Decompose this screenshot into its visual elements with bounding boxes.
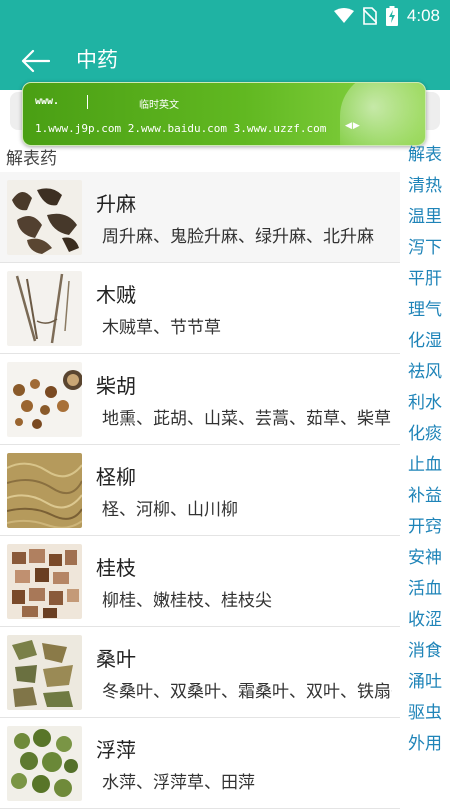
ime-page-arrows[interactable]: ◀▶ <box>345 121 361 131</box>
herb-name: 木贼 <box>96 283 136 307</box>
herb-image <box>7 271 82 346</box>
index-item[interactable]: 解表 <box>400 140 450 171</box>
herb-name: 柴胡 <box>96 374 136 398</box>
category-index-bar: 解表 清热 温里 泻下 平肝 理气 化湿 祛风 利水 化痰 止血 补益 开窍 安神 活血 收涩 消食 涌吐 驱虫 外用 <box>400 140 450 760</box>
herb-name: 浮萍 <box>96 738 136 762</box>
index-item[interactable]: 温里 <box>400 202 450 233</box>
list-item[interactable]: 柽柳 柽、河柳、山川柳 <box>0 445 400 536</box>
index-item[interactable]: 补益 <box>400 481 450 512</box>
index-item[interactable]: 理气 <box>400 295 450 326</box>
ime-composing-text: www. <box>35 96 60 107</box>
herb-alias: 木贼草、节节草 <box>102 318 221 338</box>
ime-caret <box>87 95 88 109</box>
battery-charging-icon <box>385 6 398 26</box>
herb-name: 桂枝 <box>96 556 136 580</box>
herb-image <box>7 544 82 619</box>
index-item[interactable]: 清热 <box>400 171 450 202</box>
index-item[interactable]: 化湿 <box>400 326 450 357</box>
herb-alias: 柽、河柳、山川柳 <box>102 500 238 520</box>
list-item[interactable]: 木贼 木贼草、节节草 <box>0 263 400 354</box>
index-item[interactable]: 泻下 <box>400 233 450 264</box>
herb-image <box>7 362 82 437</box>
herb-image <box>7 180 82 255</box>
index-item[interactable]: 平肝 <box>400 264 450 295</box>
ime-mode-label: 临时英文 <box>139 100 179 111</box>
back-button[interactable] <box>18 45 52 77</box>
herb-alias: 柳桂、嫩桂枝、桂枝尖 <box>102 591 272 611</box>
herb-alias: 冬桑叶、双桑叶、霜桑叶、双叶、铁扇子 <box>102 682 392 702</box>
index-item[interactable]: 涌吐 <box>400 667 450 698</box>
index-item[interactable]: 开窍 <box>400 512 450 543</box>
arrow-left-icon <box>21 49 50 73</box>
no-sim-icon <box>362 7 377 25</box>
index-item[interactable]: 活血 <box>400 574 450 605</box>
herb-name: 桑叶 <box>96 647 136 671</box>
ime-candidate-popup[interactable]: www. 临时英文 1.www.j9p.com 2.www.baidu.com … <box>22 82 426 146</box>
index-item[interactable]: 外用 <box>400 729 450 760</box>
list-item[interactable]: 桂枝 柳桂、嫩桂枝、桂枝尖 <box>0 536 400 627</box>
list-item[interactable]: 升麻 周升麻、鬼脸升麻、绿升麻、北升麻 <box>0 172 400 263</box>
index-item[interactable]: 止血 <box>400 450 450 481</box>
index-item[interactable]: 驱虫 <box>400 698 450 729</box>
index-item[interactable]: 安神 <box>400 543 450 574</box>
herb-alias: 地熏、茈胡、山菜、芸蒿、茹草、柴草 <box>102 409 391 429</box>
list-item[interactable]: 柴胡 地熏、茈胡、山菜、芸蒿、茹草、柴草 <box>0 354 400 445</box>
index-item[interactable]: 祛风 <box>400 357 450 388</box>
herb-image <box>7 726 82 801</box>
herb-image <box>7 635 82 710</box>
herb-name: 柽柳 <box>96 465 136 489</box>
list-item[interactable]: 浮萍 水萍、浮萍草、田萍 <box>0 718 400 809</box>
herb-list: 升麻 周升麻、鬼脸升麻、绿升麻、北升麻 木贼 木贼草、节节草 柴胡 地熏、茈胡、… <box>0 172 400 809</box>
herb-name: 升麻 <box>96 192 136 216</box>
index-item[interactable]: 收涩 <box>400 605 450 636</box>
index-item[interactable]: 化痰 <box>400 419 450 450</box>
index-item[interactable]: 消食 <box>400 636 450 667</box>
page-title: 中药 <box>76 48 118 72</box>
leaf-decoration <box>340 83 425 145</box>
status-bar: 4:08 <box>0 0 450 32</box>
list-item[interactable]: 桑叶 冬桑叶、双桑叶、霜桑叶、双叶、铁扇子 <box>0 627 400 718</box>
section-header: 解表药 <box>6 149 57 169</box>
herb-image <box>7 453 82 528</box>
wifi-icon <box>333 8 354 23</box>
ime-candidate-list[interactable]: 1.www.j9p.com 2.www.baidu.com 3.www.uzzf… <box>35 122 326 135</box>
index-item[interactable]: 利水 <box>400 388 450 419</box>
herb-alias: 水萍、浮萍草、田萍 <box>102 773 255 793</box>
status-time: 4:08 <box>406 6 440 25</box>
herb-alias: 周升麻、鬼脸升麻、绿升麻、北升麻 <box>102 227 374 247</box>
